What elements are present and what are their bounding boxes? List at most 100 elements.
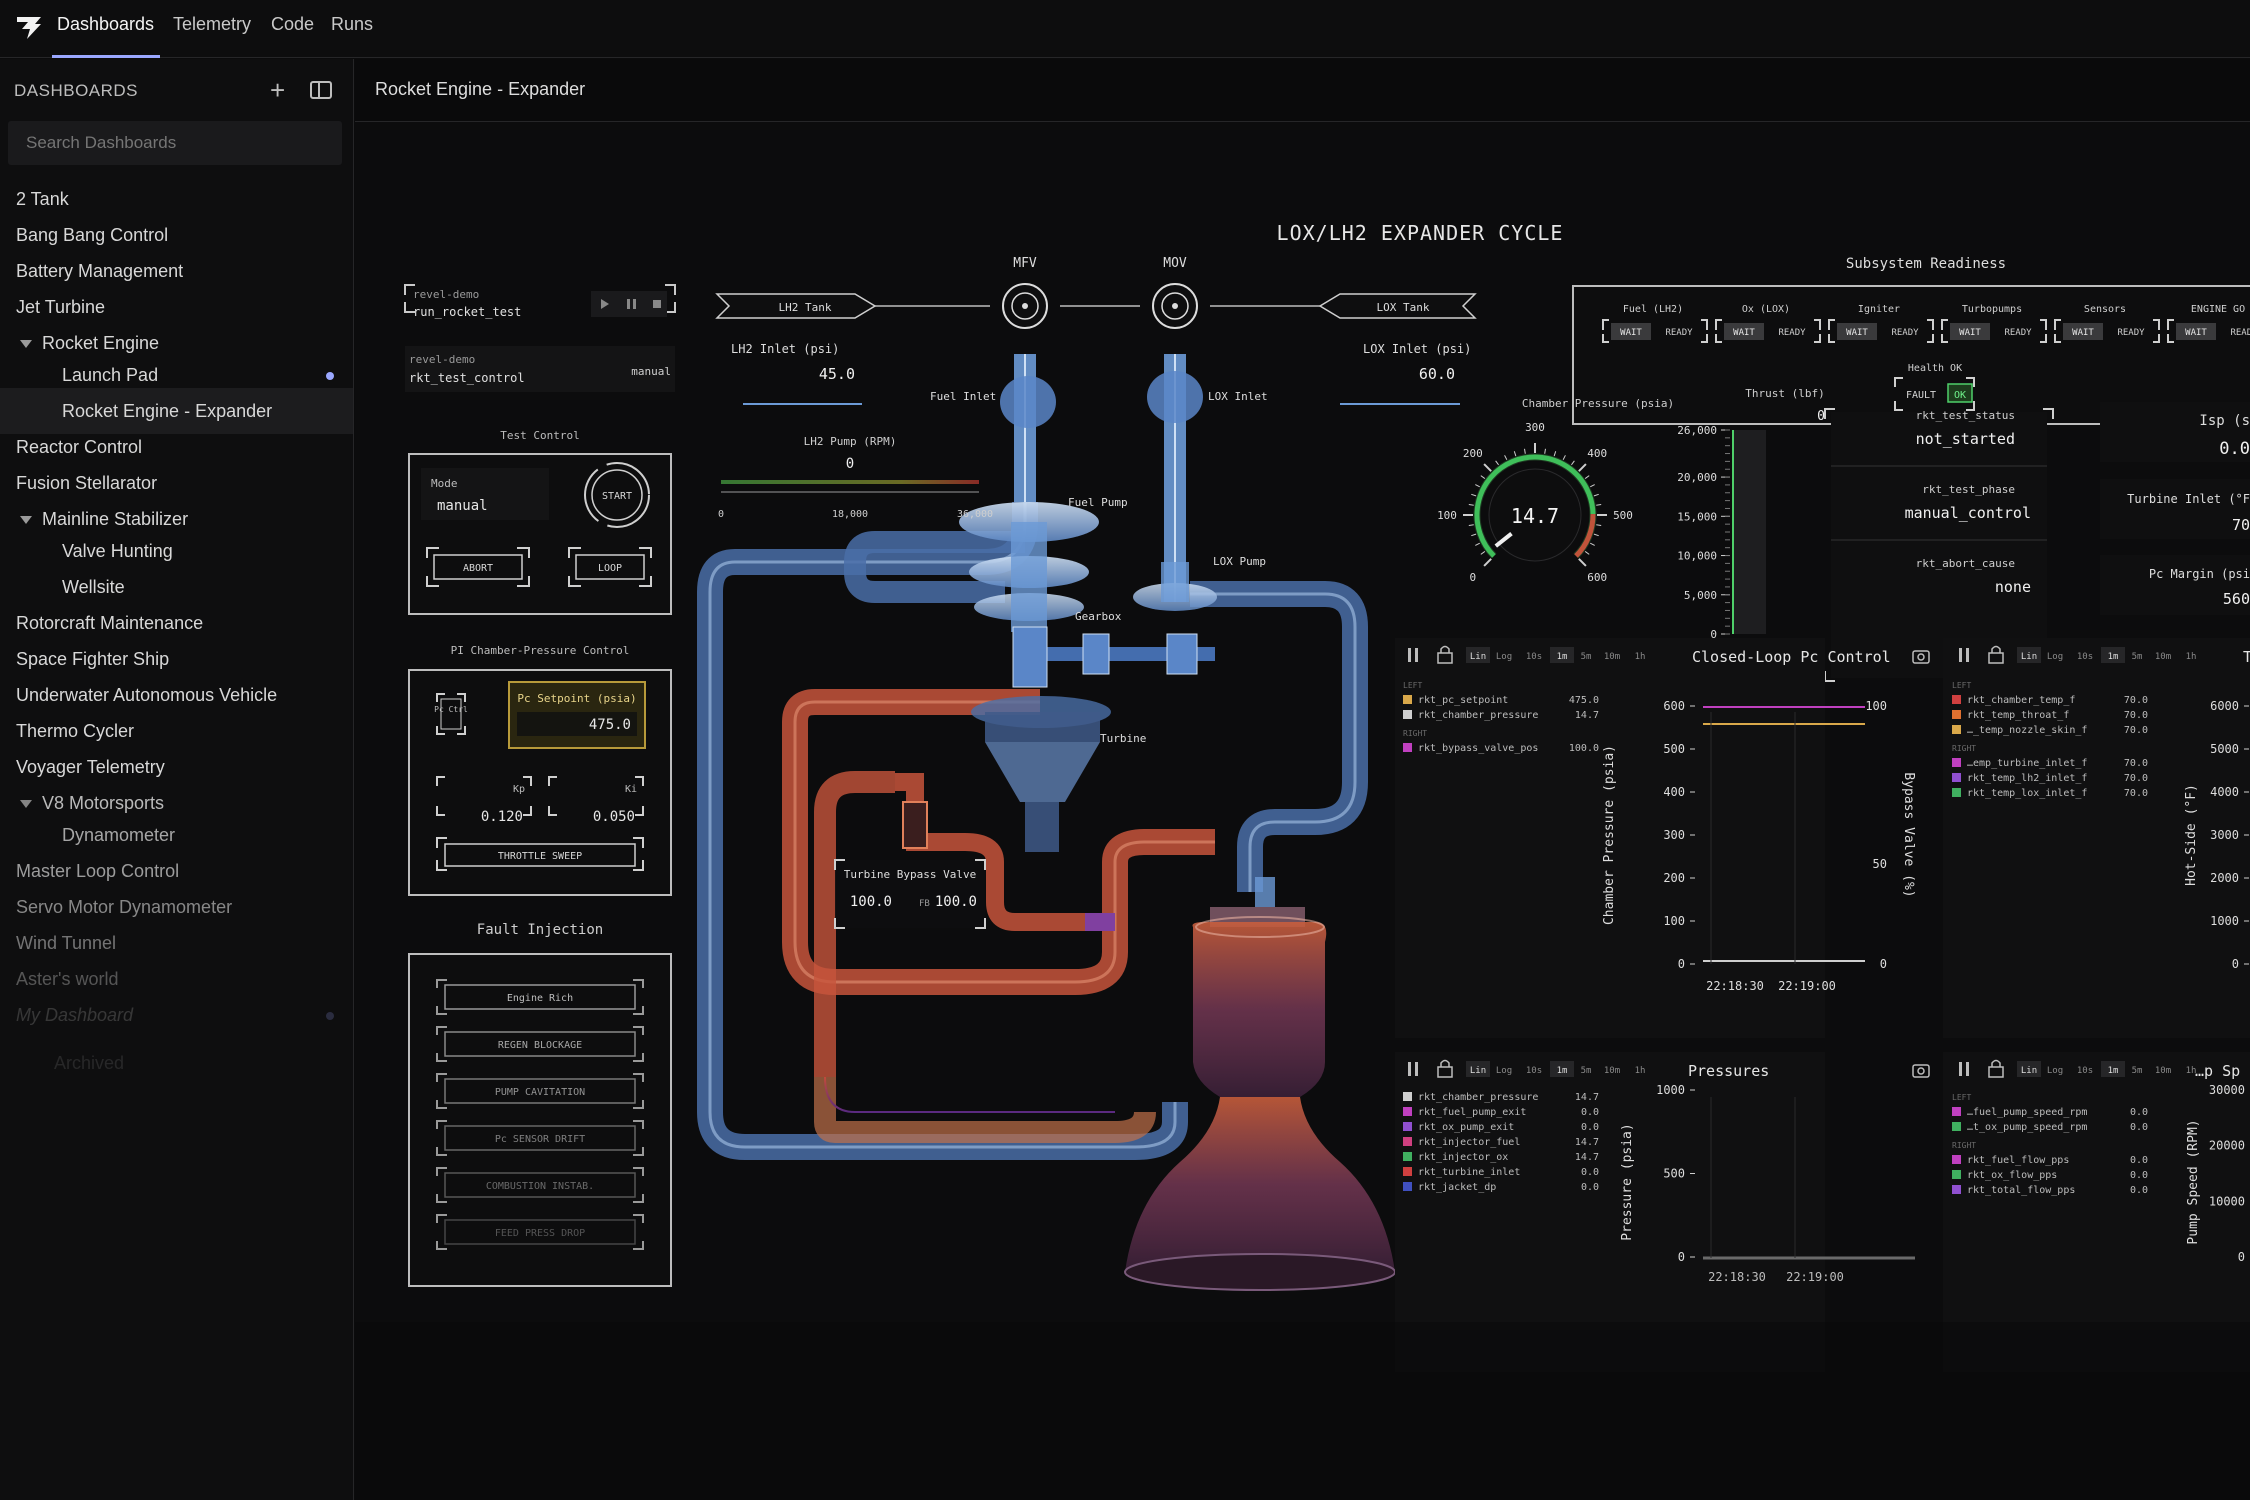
- health-label: Health OK: [1908, 363, 1962, 374]
- lh2-pump-tick-1: 18,000: [832, 509, 868, 520]
- plot-control-lin[interactable]: Lin: [1470, 1066, 1486, 1076]
- ok-indicator: OK: [1954, 390, 1966, 401]
- plot-control-1m[interactable]: 1m: [2108, 1066, 2119, 1076]
- plot-control-10m[interactable]: 10m: [2155, 1066, 2171, 1076]
- chevron-down-icon[interactable]: [20, 516, 32, 525]
- wait-label: WAIT: [2185, 328, 2207, 338]
- y-tick-label: 600: [1663, 699, 1685, 713]
- control-run-selector[interactable]: revel-demo rkt_test_control manual: [405, 346, 675, 392]
- plot-control-lin[interactable]: Lin: [1470, 652, 1486, 662]
- y-tick-label: 400: [1663, 785, 1685, 799]
- gauge-tick-label: 300: [1525, 421, 1545, 434]
- legend-swatch: [1403, 1122, 1412, 1131]
- plot-control-1h[interactable]: 1h: [1635, 652, 1646, 662]
- plot-control-10m[interactable]: 10m: [1604, 1066, 1620, 1076]
- mov-valve[interactable]: MOV: [1152, 256, 1198, 329]
- lox-pump-label: LOX Pump: [1213, 555, 1266, 568]
- camera-icon[interactable]: [1912, 1064, 1930, 1078]
- lh2-pump-value: 0: [846, 456, 854, 472]
- test-status-key: rkt_test_status: [1916, 409, 2015, 422]
- run-selector[interactable]: revel-demo run_rocket_test: [404, 284, 676, 319]
- plot-control-log[interactable]: Log: [2047, 652, 2063, 662]
- plot-control-1m[interactable]: 1m: [2108, 652, 2119, 662]
- fault-injection-title: Fault Injection: [477, 922, 603, 938]
- toggle-panel-icon[interactable]: [310, 81, 332, 99]
- add-dashboard-icon[interactable]: +: [270, 77, 285, 103]
- wait-label: WAIT: [1620, 328, 1642, 338]
- legend-swatch: [1952, 710, 1961, 719]
- plot-control-10m[interactable]: 10m: [2155, 652, 2171, 662]
- pc-setpoint-input[interactable]: Pc Setpoint (psia) 475.0: [508, 681, 646, 749]
- plot-control-10s[interactable]: 10s: [1526, 1066, 1542, 1076]
- plot-title: Te: [2243, 648, 2250, 666]
- lh2-pump-tick-0: 0: [718, 509, 724, 520]
- legend-swatch: [1952, 1185, 1961, 1194]
- tab-code[interactable]: Code: [271, 14, 314, 35]
- plot-control-10s[interactable]: 10s: [1526, 652, 1542, 662]
- turbine-bypass-valve-panel[interactable]: Turbine Bypass Valve 100.0 FB 100.0: [834, 859, 986, 929]
- legend-series-name: rkt_chamber_temp_f: [1967, 695, 2075, 706]
- sidebar-item-label: Wind Tunnel: [16, 933, 117, 953]
- plot-control-1m[interactable]: 1m: [1557, 1066, 1568, 1076]
- pc-setpoint-label: Pc Setpoint (psia): [517, 692, 636, 705]
- sidebar-item-label: Rocket Engine: [42, 333, 160, 353]
- y-tick-label: 0: [2232, 957, 2239, 971]
- plot-control-5m[interactable]: 5m: [1581, 652, 1592, 662]
- plot-control-10s[interactable]: 10s: [2077, 1066, 2093, 1076]
- lox-tank-label-box: LOX Tank: [1318, 293, 1477, 319]
- search-dashboards-input[interactable]: [8, 121, 342, 165]
- sidebar-item-label: V8 Motorsports: [42, 793, 165, 813]
- plot-control-1m[interactable]: 1m: [1557, 652, 1568, 662]
- chevron-down-icon[interactable]: [20, 800, 32, 809]
- plot-control-1h[interactable]: 1h: [2186, 652, 2197, 662]
- sidebar-item-archived[interactable]: Archived: [0, 1040, 353, 1086]
- breadcrumb: Rocket Engine - Expander: [375, 79, 586, 99]
- plot-control-10s[interactable]: 10s: [2077, 652, 2093, 662]
- legend-series-value: 70.0: [2124, 758, 2148, 769]
- legend-series-value: 70.0: [2124, 695, 2148, 706]
- isp-value: 0.0: [2219, 439, 2250, 459]
- ready-label: READY: [1778, 328, 1806, 338]
- legend-swatch: [1403, 1137, 1412, 1146]
- mfv-valve[interactable]: MFV: [1002, 256, 1048, 329]
- thrust-tick-label: 26,000: [1677, 424, 1717, 437]
- plot-control-log[interactable]: Log: [2047, 1066, 2063, 1076]
- gauge-tick: [1544, 448, 1546, 454]
- legend-swatch: [1952, 788, 1961, 797]
- plot-title: …p Sp: [2195, 1062, 2240, 1080]
- y-axis-label: Pressure (psia): [1620, 1123, 1635, 1240]
- y-tick-label: 30000: [2209, 1083, 2245, 1097]
- plot-control-lin[interactable]: Lin: [2021, 1066, 2037, 1076]
- plot-control-log[interactable]: Log: [1496, 1066, 1512, 1076]
- sidebar-item-my-dashboard[interactable]: My Dashboard: [0, 992, 353, 1038]
- fault-button-label: REGEN BLOCKAGE: [498, 1040, 582, 1051]
- plot-control-lin[interactable]: Lin: [2021, 652, 2037, 662]
- stop-icon[interactable]: [653, 300, 661, 308]
- pause-icon[interactable]: [627, 299, 630, 309]
- right-metrics: Isp (s 0.0 Turbine Inlet (°F 70 Pc Margi…: [2100, 402, 2250, 615]
- legend-series-name: …emp_turbine_inlet_f: [1967, 758, 2087, 769]
- gauge-tick: [1480, 551, 1486, 555]
- lh2-tank-label-box: LH2 Tank: [715, 293, 877, 319]
- thrust-tick-label: 10,000: [1677, 550, 1717, 563]
- tab-dashboards[interactable]: Dashboards: [57, 14, 154, 35]
- plot-control-5m[interactable]: 5m: [2132, 652, 2143, 662]
- plot-control-5m[interactable]: 5m: [2132, 1066, 2143, 1076]
- sidebar-item-label: Master Loop Control: [16, 861, 180, 881]
- plot-control-10m[interactable]: 10m: [1604, 652, 1620, 662]
- tbv-fb-label: FB: [919, 899, 930, 909]
- tab-runs[interactable]: Runs: [331, 14, 373, 35]
- kp-value: 0.120: [481, 809, 523, 825]
- plot-control-1h[interactable]: 1h: [1635, 1066, 1646, 1076]
- legend-series-value: 14.7: [1575, 1092, 1599, 1103]
- tab-telemetry[interactable]: Telemetry: [173, 14, 251, 35]
- chevron-down-icon[interactable]: [20, 340, 32, 349]
- legend-series-value: 0.0: [1581, 1182, 1599, 1193]
- fuel-inlet-bulb: [1000, 376, 1056, 428]
- legend-series-name: rkt_total_flow_pps: [1967, 1185, 2075, 1196]
- plot-control-log[interactable]: Log: [1496, 652, 1512, 662]
- app-logo-icon[interactable]: [14, 12, 44, 42]
- gauge-tick: [1468, 524, 1474, 526]
- turbine-icon: [971, 696, 1111, 852]
- plot-control-5m[interactable]: 5m: [1581, 1066, 1592, 1076]
